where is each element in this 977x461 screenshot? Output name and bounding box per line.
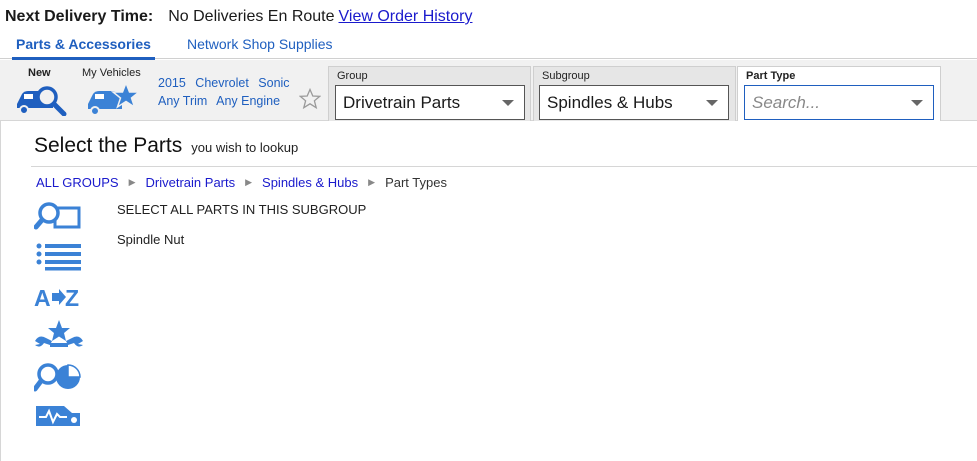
page-heading: Select the Parts you wish to lookup [34,134,298,158]
breadcrumb-separator-icon: ▶ [128,177,136,187]
delivery-bar: Next Delivery Time: No Deliveries En Rou… [5,8,472,28]
breadcrumb-all-groups[interactable]: ALL GROUPS [36,175,119,190]
chevron-down-icon [911,100,923,106]
vehicle-year-make-model[interactable]: 2015 Chevrolet Sonic [158,76,296,90]
vehicle-engine[interactable]: Any Engine [216,94,280,108]
new-vehicle-search-icon[interactable] [14,82,68,116]
page-title: Select the Parts [34,134,183,157]
breadcrumb: ALL GROUPS ▶ Drivetrain Parts ▶ Spindles… [36,175,447,190]
divider [31,166,977,167]
breadcrumb-spindles-hubs[interactable]: Spindles & Hubs [262,175,358,190]
magnify-square-icon[interactable] [34,202,82,232]
breadcrumb-drivetrain-parts[interactable]: Drivetrain Parts [146,175,236,190]
part-item-spindle-nut[interactable]: Spindle Nut [117,232,366,262]
breadcrumb-part-types: Part Types [385,175,447,190]
a-to-z-icon[interactable]: A Z [34,284,84,310]
subgroup-label: Subgroup [542,70,590,82]
subgroup-selector: Subgroup Spindles & Hubs [533,66,736,121]
tools-star-icon[interactable] [34,319,84,351]
subgroup-dropdown[interactable]: Spindles & Hubs [539,85,729,120]
my-vehicles-label: My Vehicles [82,67,141,79]
tab-parts-accessories[interactable]: Parts & Accessories [12,36,155,60]
my-vehicles-car-star-icon[interactable] [86,82,140,116]
subgroup-value: Spindles & Hubs [547,92,673,112]
breadcrumb-separator-icon: ▶ [368,177,376,187]
vehicle-trim-engine[interactable]: Any Trim Any Engine [158,94,286,108]
svg-text:A: A [34,285,51,310]
group-label: Group [337,70,368,82]
new-label: New [28,67,51,79]
page-subtitle: you wish to lookup [191,140,299,155]
vehicle-year[interactable]: 2015 [158,76,186,90]
breadcrumb-separator-icon: ▶ [245,177,253,187]
favorite-star-icon[interactable] [299,88,321,110]
group-selector: Group Drivetrain Parts [328,66,531,121]
chevron-down-icon [502,100,514,106]
part-type-label: Part Type [746,70,796,82]
magnify-pie-icon[interactable] [34,362,82,392]
main-content: Select the Parts you wish to lookup ALL … [0,121,977,461]
chevron-down-icon [706,100,718,106]
list-icon[interactable] [34,243,82,271]
vehicle-trim[interactable]: Any Trim [158,94,207,108]
car-diagnostic-icon[interactable] [34,403,82,429]
parts-list: SELECT ALL PARTS IN THIS SUBGROUP Spindl… [117,202,366,262]
view-order-history-link[interactable]: View Order History [339,8,473,26]
tab-bar: Parts & Accessories Network Shop Supplie… [0,32,977,60]
vehicle-toolbar: New My Vehicles 2015 Chevrolet Sonic Any… [0,60,977,121]
vehicle-make[interactable]: Chevrolet [195,76,249,90]
group-dropdown[interactable]: Drivetrain Parts [335,85,525,120]
vehicle-model[interactable]: Sonic [258,76,289,90]
svg-text:Z: Z [65,285,79,310]
part-type-search-input[interactable]: Search... [744,85,934,120]
tab-network-shop-supplies[interactable]: Network Shop Supplies [187,36,333,52]
delivery-label: Next Delivery Time: [5,8,154,25]
select-all-parts-link[interactable]: SELECT ALL PARTS IN THIS SUBGROUP [117,202,366,232]
part-type-placeholder: Search... [752,92,821,112]
part-type-selector: Part Type Search... [737,66,941,121]
delivery-status: No Deliveries En Route [168,8,335,25]
group-value: Drivetrain Parts [343,92,461,112]
